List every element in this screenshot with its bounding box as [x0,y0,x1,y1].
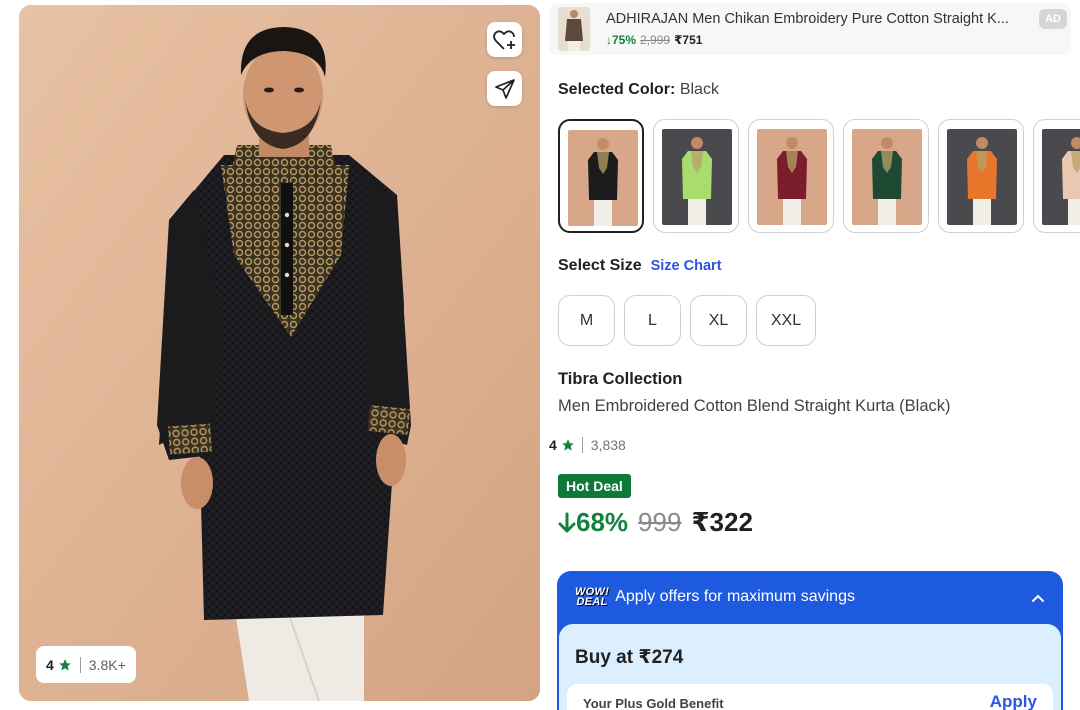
product-rating-count: 3,838 [590,437,626,453]
arrow-down-icon [558,512,576,532]
color-swatch[interactable] [558,119,644,233]
benefit-label: Your Plus Gold Benefit [583,696,724,710]
wow-deal-logo: WOW! DEAL [575,587,609,608]
color-swatch[interactable] [748,119,834,233]
ad-title: ADHIRAJAN Men Chikan Embroidery Pure Cot… [606,11,1009,27]
price-block: 68% 999 ₹322 [558,507,753,538]
divider [79,656,81,673]
ad-mrp: 2,999 [640,33,671,47]
swatch-image [947,129,1017,225]
star-icon [561,439,574,451]
offers-header[interactable]: WOW! DEAL Apply offers for maximum savin… [575,587,855,608]
divider [581,437,583,453]
offers-card[interactable]: WOW! DEAL Apply offers for maximum savin… [557,571,1063,710]
ad-price: ₹751 [674,33,703,47]
image-rating-count: 3.8K+ [88,656,126,673]
wishlist-button[interactable] [487,22,522,57]
chevron-up-icon[interactable] [1031,593,1045,603]
offers-title: Apply offers for maximum savings [615,588,855,605]
ad-discount-value: 75% [612,33,637,47]
swatch-image [757,129,827,225]
size-option-l[interactable]: L [624,295,681,346]
discount-percent: 68% [558,507,628,538]
size-option-m[interactable]: M [558,295,615,346]
swatch-image [1042,129,1080,225]
select-size-label: Select Size [558,257,642,274]
discount-value: 68% [576,507,629,537]
product-photo [19,5,540,701]
ad-badge: AD [1039,9,1067,29]
swatch-image [662,129,732,225]
wow-logo-line2: DEAL [576,596,608,608]
apply-button[interactable]: Apply [990,692,1037,710]
product-image[interactable]: 4 3.8K+ [19,5,540,701]
sponsored-ad-banner[interactable]: ADHIRAJAN Men Chikan Embroidery Pure Cot… [549,3,1071,55]
size-option-xxl[interactable]: XXL [756,295,816,346]
offers-inner-panel: Buy at ₹274 Your Plus Gold Benefit Apply [559,624,1061,710]
buy-at-price: Buy at ₹274 [575,647,684,668]
selected-color-label: Selected Color: Black [558,81,719,99]
ad-discount: ↓75% [606,33,637,47]
size-option-xl[interactable]: XL [690,295,747,346]
size-header: Select Size Size Chart [558,257,722,275]
hot-deal-badge: Hot Deal [558,474,631,498]
color-swatch[interactable] [1033,119,1080,233]
product-rating-value: 4 [549,437,557,453]
brand-name[interactable]: Tibra Collection [558,370,682,389]
share-icon [494,78,515,99]
selling-price: ₹322 [691,507,753,537]
swatch-image [568,130,638,226]
share-button[interactable] [487,71,522,106]
plus-gold-benefit-row: Your Plus Gold Benefit Apply [567,684,1053,710]
product-title: Men Embroidered Cotton Blend Straight Ku… [558,397,951,415]
color-swatch[interactable] [843,119,929,233]
product-rating[interactable]: 4 3,838 [549,437,626,453]
color-swatch[interactable] [653,119,739,233]
image-rating-pill: 4 3.8K+ [36,646,136,683]
star-icon [58,658,71,671]
selected-color-title: Selected Color: [558,81,676,98]
ad-thumbnail [558,7,590,51]
selected-color-value: Black [679,81,719,98]
image-rating-value: 4 [46,656,54,673]
size-chart-link[interactable]: Size Chart [651,258,722,274]
color-swatch[interactable] [938,119,1024,233]
original-price: 999 [638,507,682,537]
heart-add-icon [492,29,515,50]
swatch-image [852,129,922,225]
